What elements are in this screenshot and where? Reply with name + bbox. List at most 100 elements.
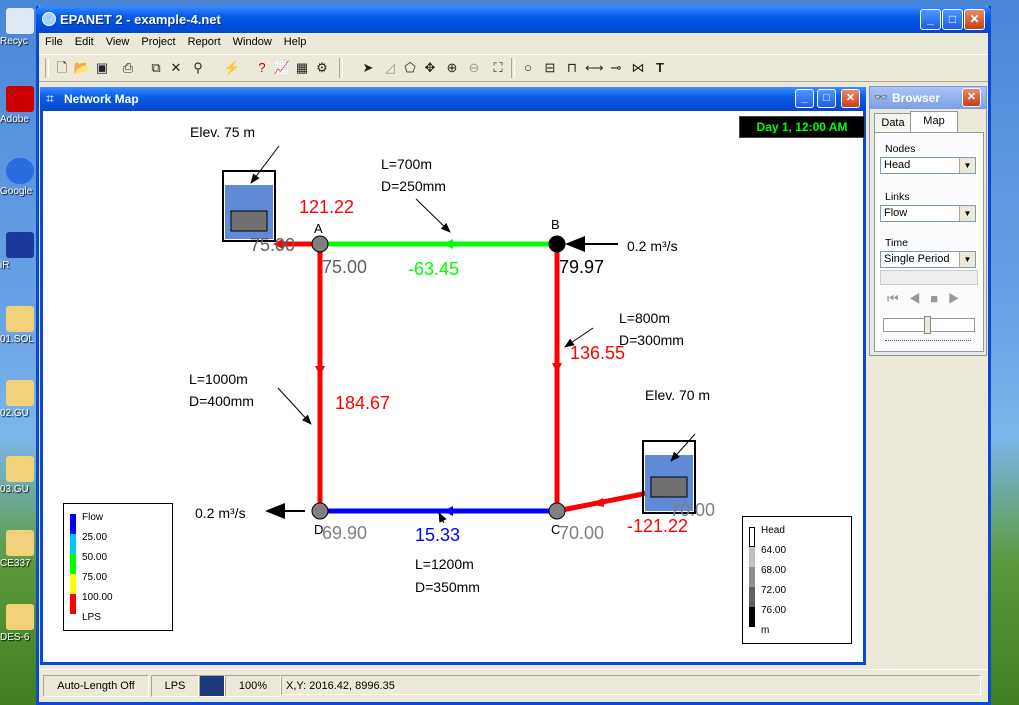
slider-thumb[interactable]: [924, 316, 931, 334]
label-text-icon[interactable]: T: [651, 59, 669, 77]
browser-icon: 👓: [874, 92, 888, 104]
tank-icon[interactable]: ⊓: [563, 59, 581, 77]
find-icon[interactable]: ⚲: [189, 59, 207, 77]
menu-edit[interactable]: Edit: [69, 33, 100, 48]
demand-d-label: 0.2 m³/s: [195, 505, 246, 521]
menu-bar: File Edit View Project Report Window Help: [39, 33, 988, 53]
head-node-b: 79.97: [559, 257, 604, 277]
browser-close-button[interactable]: ✕: [962, 88, 981, 107]
pan-icon[interactable]: ✥: [421, 59, 439, 77]
select-region-icon[interactable]: ⬠: [401, 59, 419, 77]
flow-arrow-cd: [443, 506, 453, 516]
desktop-folder-des6[interactable]: DES-6: [0, 604, 38, 643]
zoom-in-icon[interactable]: ⊕: [443, 59, 461, 77]
minimize-button[interactable]: _: [920, 9, 941, 30]
junction-a[interactable]: [311, 235, 329, 253]
map-close-button[interactable]: ✕: [841, 89, 860, 108]
select-vertex-icon[interactable]: ◿: [381, 59, 399, 77]
copy-icon[interactable]: ⧉: [147, 59, 165, 77]
animation-speed-slider[interactable]: [883, 316, 975, 334]
delete-icon[interactable]: ✕: [167, 59, 185, 77]
map-maximize-button[interactable]: □: [817, 89, 836, 108]
tab-data[interactable]: Data: [874, 113, 912, 132]
pipe-res2-c[interactable]: [556, 489, 654, 514]
flow-legend[interactable]: Flow 25.00 50.00 75.00 100.00 LPS: [63, 503, 173, 631]
desktop-folder-03gu[interactable]: 03.GU: [0, 456, 38, 495]
flow-legend-item: 50.00: [82, 552, 108, 563]
time-scrollbar[interactable]: [880, 270, 978, 285]
reservoir-icon[interactable]: ⊟: [541, 59, 559, 77]
menu-report[interactable]: Report: [182, 33, 227, 48]
status-flow-units: LPS: [151, 675, 199, 697]
menu-view[interactable]: View: [100, 33, 136, 48]
desktop-folder-01sol[interactable]: 01.SOL: [0, 306, 38, 345]
pipe-bc-length: L=800m: [619, 310, 670, 326]
node-a-id: A: [314, 221, 323, 236]
save-icon[interactable]: ▣: [93, 59, 111, 77]
table-icon[interactable]: ▦: [293, 59, 311, 77]
chevron-down-icon: ▼: [959, 158, 975, 173]
run-icon[interactable]: ⚡: [223, 59, 241, 77]
flow-legend-item: 25.00: [82, 532, 108, 543]
browser-titlebar[interactable]: 👓 Browser ✕: [870, 87, 986, 109]
head-legend-item: 64.00: [761, 545, 787, 556]
junction-b[interactable]: [548, 235, 566, 253]
head-legend[interactable]: Head 64.00 68.00 72.00 76.00 m: [742, 516, 852, 644]
map-minimize-button[interactable]: _: [795, 89, 814, 108]
flow-legend-item: 100.00: [82, 592, 113, 603]
graph-icon[interactable]: 📈: [273, 59, 291, 77]
menu-window[interactable]: Window: [227, 33, 278, 48]
status-bar: Auto-Length Off LPS 100% X,Y: 2016.42, 8…: [39, 669, 988, 700]
status-autolength[interactable]: Auto-Length Off: [43, 675, 149, 697]
nodes-select[interactable]: Head ▼: [880, 157, 976, 174]
title-bar[interactable]: EPANET 2 - example-4.net _ □ ✕: [36, 6, 991, 33]
desktop-folder-ce337[interactable]: CE337: [0, 530, 38, 569]
options-icon[interactable]: ⚙: [313, 59, 331, 77]
junction-c[interactable]: [548, 502, 566, 520]
valve-icon[interactable]: ⋈: [629, 59, 647, 77]
network-map-titlebar[interactable]: ⌗ Network Map _ □ ✕: [40, 87, 866, 111]
menu-help[interactable]: Help: [278, 33, 313, 48]
flow-pipe-ab: -63.45: [408, 259, 459, 279]
status-xy: X,Y: 2016.42, 8996.35: [281, 675, 981, 695]
pipe-ad-length: L=1000m: [189, 371, 248, 387]
tab-map[interactable]: Map: [910, 111, 958, 134]
links-select[interactable]: Flow ▼: [880, 205, 976, 222]
close-button[interactable]: ✕: [964, 9, 985, 30]
desktop-icon-adobe[interactable]: Adobe: [0, 86, 38, 125]
demand-b-label: 0.2 m³/s: [627, 238, 678, 254]
animation-controls[interactable]: ⏮◀■▶: [887, 291, 970, 307]
pipe-icon[interactable]: ⟷: [585, 59, 604, 77]
desktop-folder-02gu[interactable]: 02.GU: [0, 380, 38, 419]
desktop-icon-google[interactable]: Google: [0, 158, 38, 197]
full-extent-icon[interactable]: ⛶: [489, 59, 507, 77]
desktop-icon-recycle[interactable]: Recyc: [0, 8, 38, 47]
time-select[interactable]: Single Period ▼: [880, 251, 976, 268]
links-label: Links: [885, 191, 910, 203]
reservoir-1[interactable]: [222, 170, 276, 242]
head-legend-item: 72.00: [761, 585, 787, 596]
menu-project[interactable]: Project: [135, 33, 181, 48]
query-icon[interactable]: ?: [253, 59, 271, 77]
head-reservoir1: 75.00: [250, 235, 295, 255]
flow-legend-unit: LPS: [82, 612, 101, 623]
new-file-icon[interactable]: 🗋: [53, 59, 71, 77]
network-map-icon: ⌗: [46, 90, 54, 106]
print-icon[interactable]: ⎙: [119, 59, 137, 77]
desktop-icon-ir[interactable]: iR: [0, 232, 38, 271]
junction-icon[interactable]: ○: [519, 59, 537, 77]
open-folder-icon[interactable]: 📂: [73, 59, 91, 77]
flow-pipe-bc: 136.55: [570, 343, 625, 363]
chevron-down-icon: ▼: [959, 252, 975, 267]
junction-d[interactable]: [311, 502, 329, 520]
zoom-out-icon[interactable]: ⊖: [465, 59, 483, 77]
flow-res1-a: 121.22: [299, 197, 354, 217]
maximize-button[interactable]: □: [942, 9, 963, 30]
toolbar: 🗋 📂 ▣ ⎙ ⧉ ✕ ⚲ ⚡ ? 📈 ▦ ⚙ ➤ ◿ ⬠ ✥ ⊕ ⊖ ⛶ ○ …: [39, 54, 988, 82]
pump-icon[interactable]: ⊸: [607, 59, 625, 77]
menu-file[interactable]: File: [39, 33, 69, 48]
head-legend-title: Head: [761, 525, 785, 536]
select-arrow-icon[interactable]: ➤: [359, 59, 377, 77]
flow-pipe-ad: 184.67: [335, 393, 390, 413]
pipe-cd-length: L=1200m: [415, 556, 474, 572]
